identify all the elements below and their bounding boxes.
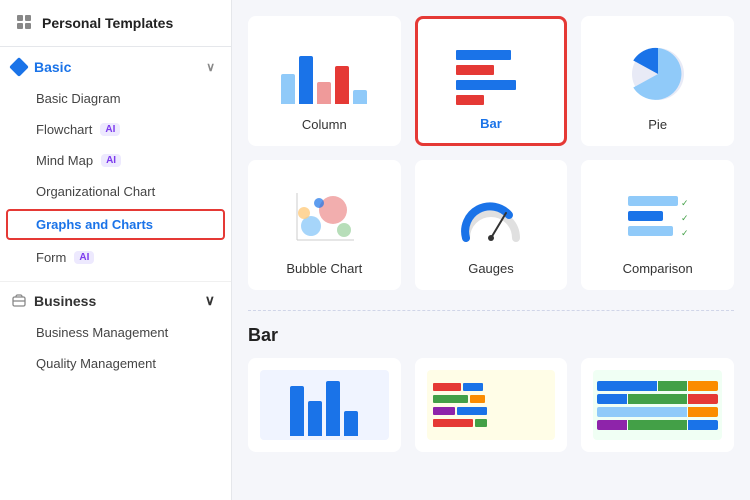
- diamond-icon: [9, 57, 29, 77]
- sidebar-header: Personal Templates: [0, 0, 231, 47]
- quality-mgmt-label: Quality Management: [36, 356, 156, 371]
- sidebar-item-flowchart[interactable]: Flowchart AI: [0, 114, 231, 145]
- basic-group-label-wrap: Basic: [12, 59, 71, 75]
- mind-map-label: Mind Map: [36, 153, 93, 168]
- bubble-label: Bubble Chart: [286, 261, 362, 276]
- sidebar-item-basic-diagram[interactable]: Basic Diagram: [0, 83, 231, 114]
- mind-map-ai-badge: AI: [101, 154, 121, 167]
- column-illustration: [284, 34, 364, 104]
- sidebar-item-org-chart[interactable]: Organizational Chart: [0, 176, 231, 207]
- bar-thumb-illustration-1: [260, 370, 389, 440]
- bar-label: Bar: [480, 116, 502, 131]
- sidebar: Personal Templates Basic ∨ Basic Diagram…: [0, 0, 232, 500]
- main-content: Column: [232, 0, 750, 500]
- bar-thumb-illustration-2: [427, 370, 556, 440]
- pie-label: Pie: [648, 117, 667, 132]
- sidebar-item-mind-map[interactable]: Mind Map AI: [0, 145, 231, 176]
- card-column[interactable]: Column: [248, 16, 401, 146]
- card-comparison[interactable]: ✓ ✓ ✓ Comparison: [581, 160, 734, 290]
- business-chevron-icon: ∨: [205, 292, 215, 309]
- sidebar-header-label: Personal Templates: [42, 15, 173, 31]
- pie-illustration: [618, 34, 698, 104]
- business-icon: [12, 294, 26, 308]
- flowchart-ai-badge: AI: [100, 123, 120, 136]
- sidebar-section-basic: Basic ∨ Basic Diagram Flowchart AI Mind …: [0, 47, 231, 277]
- business-mgmt-label: Business Management: [36, 325, 168, 340]
- gauges-illustration: [451, 178, 531, 248]
- comparison-illustration: ✓ ✓ ✓: [618, 178, 698, 248]
- card-gauges[interactable]: Gauges: [415, 160, 568, 290]
- sidebar-group-business[interactable]: Business ∨: [0, 281, 231, 317]
- sidebar-group-basic[interactable]: Basic ∨: [0, 51, 231, 83]
- bar-thumb-card-1[interactable]: [248, 358, 401, 452]
- flowchart-label: Flowchart: [36, 122, 92, 137]
- grid-icon: [16, 14, 34, 32]
- section-divider: [248, 310, 734, 311]
- svg-text:✓: ✓: [681, 228, 689, 238]
- basic-chevron-icon: ∨: [206, 60, 215, 74]
- bar-thumb-card-3[interactable]: [581, 358, 734, 452]
- basic-group-label: Basic: [34, 59, 71, 75]
- sidebar-section-business: Business ∨ Business Management Quality M…: [0, 277, 231, 383]
- svg-text:✓: ✓: [681, 198, 689, 208]
- sidebar-item-quality-mgmt[interactable]: Quality Management: [0, 348, 231, 379]
- sidebar-item-business-mgmt[interactable]: Business Management: [0, 317, 231, 348]
- basic-diagram-label: Basic Diagram: [36, 91, 121, 106]
- comparison-label: Comparison: [623, 261, 693, 276]
- bar-illustration: [451, 35, 531, 105]
- org-chart-label: Organizational Chart: [36, 184, 155, 199]
- form-ai-badge: AI: [74, 251, 94, 264]
- bar-thumb-illustration-3: [593, 370, 722, 440]
- column-label: Column: [302, 117, 347, 132]
- business-group-label: Business: [34, 293, 96, 309]
- card-pie[interactable]: Pie: [581, 16, 734, 146]
- sidebar-item-graphs-charts[interactable]: Graphs and Charts: [6, 209, 225, 240]
- bottom-cards-grid: [248, 358, 734, 452]
- templates-grid: Column: [248, 16, 734, 290]
- gauges-label: Gauges: [468, 261, 514, 276]
- bubble-illustration: [284, 178, 364, 248]
- business-label-wrap: Business: [12, 293, 96, 309]
- graphs-charts-label: Graphs and Charts: [36, 217, 153, 232]
- form-label: Form: [36, 250, 66, 265]
- card-bubble[interactable]: Bubble Chart: [248, 160, 401, 290]
- bar-thumb-card-2[interactable]: [415, 358, 568, 452]
- svg-text:✓: ✓: [681, 213, 689, 223]
- sidebar-item-form[interactable]: Form AI: [0, 242, 231, 273]
- card-bar[interactable]: Bar: [415, 16, 568, 146]
- section-title: Bar: [248, 325, 734, 346]
